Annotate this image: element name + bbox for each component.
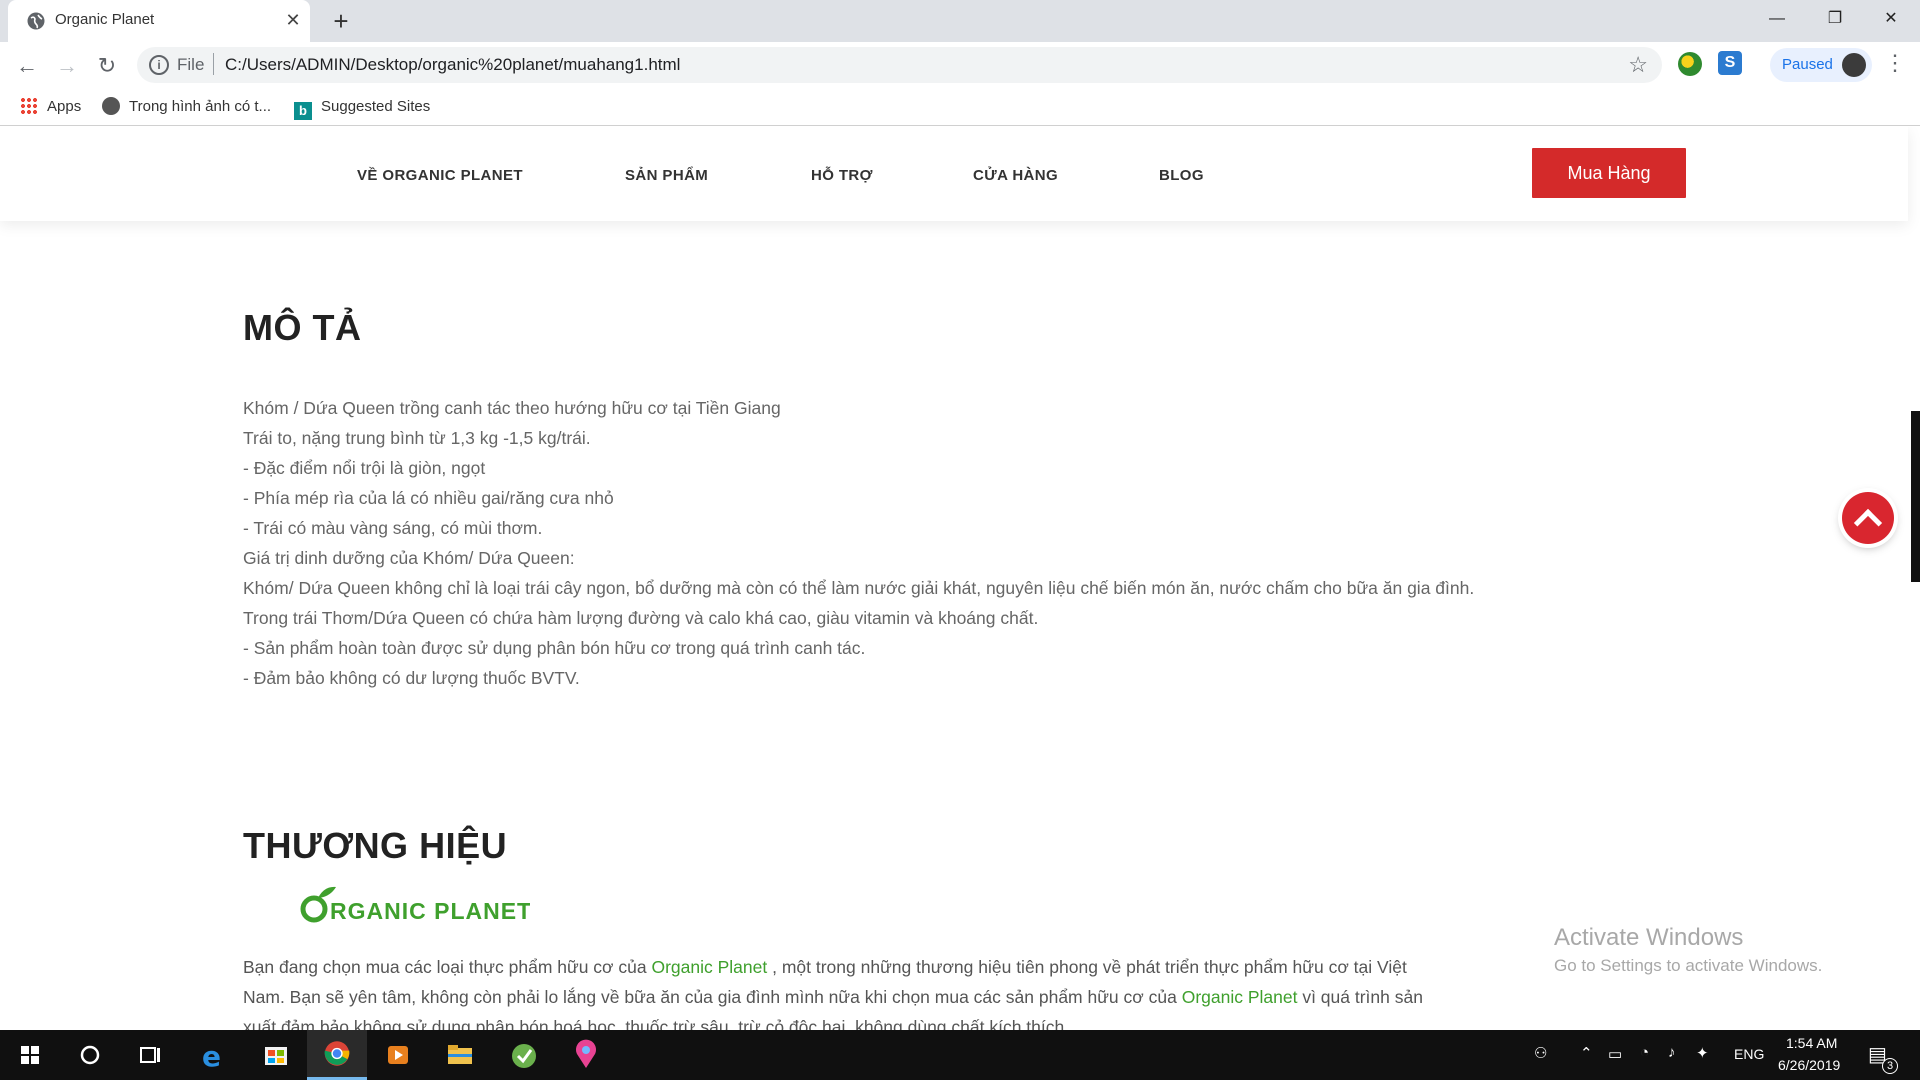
extension-globe-icon[interactable] xyxy=(1678,52,1702,76)
svg-text:RGANIC PLANET: RGANIC PLANET xyxy=(330,898,530,924)
page-scrollbar-thumb[interactable] xyxy=(1911,411,1920,582)
watermark-subtitle: Go to Settings to activate Windows. xyxy=(1554,956,1823,975)
bookmarks-bar: Apps Trong hình ảnh có t... b Suggested S… xyxy=(0,88,1920,126)
media-player-icon[interactable] xyxy=(368,1030,428,1080)
brand-link[interactable]: Organic Planet xyxy=(651,957,767,977)
tab-title: Organic Planet xyxy=(55,11,155,28)
minimize-button[interactable]: — xyxy=(1748,0,1806,38)
chevron-up-icon xyxy=(1853,508,1883,538)
tab-close-icon[interactable]: ✕ xyxy=(282,9,304,31)
forward-arrow-icon[interactable]: → xyxy=(52,51,82,81)
volume-icon[interactable]: ♪ xyxy=(1668,1044,1676,1061)
scroll-to-top-button[interactable] xyxy=(1842,492,1894,544)
profile-button[interactable]: Paused xyxy=(1770,48,1872,82)
restore-button[interactable]: ❐ xyxy=(1806,0,1864,38)
description-line: - Trái có màu vàng sáng, có mùi thơm. xyxy=(243,518,543,538)
profile-status: Paused xyxy=(1782,56,1833,73)
watermark-title: Activate Windows xyxy=(1554,924,1744,951)
browser-toolbar: ← → ↻ i File C:/Users/ADMIN/Desktop/orga… xyxy=(0,42,1920,88)
new-tab-button[interactable]: + xyxy=(326,6,356,36)
buy-button[interactable]: Mua Hàng xyxy=(1532,148,1686,198)
url-text[interactable]: C:/Users/ADMIN/Desktop/organic%20planet/… xyxy=(225,55,680,75)
brand-paragraph: Bạn đang chọn mua các loại thực phẩm hữu… xyxy=(243,957,1423,1030)
description-line: Trái to, nặng trung bình từ 1,3 kg -1,5 … xyxy=(243,428,591,448)
menu-item-support[interactable]: HỖ TRỢ xyxy=(811,167,873,184)
store-icon[interactable] xyxy=(246,1030,306,1080)
battery-icon[interactable]: ▭ xyxy=(1608,1045,1622,1063)
reload-icon[interactable]: ↻ xyxy=(92,51,122,81)
bookmark-apps[interactable]: Apps xyxy=(20,96,81,118)
description-line: - Đặc điểm nổi trội là giòn, ngọt xyxy=(243,458,486,478)
web-page: VỀ ORGANIC PLANET SẢN PHẨM HỖ TRỢ CỬA HÀ… xyxy=(0,127,1920,1030)
activate-windows-watermark: Activate Windows Go to Settings to activ… xyxy=(1554,924,1822,976)
bookmark-suggested-sites[interactable]: b Suggested Sites xyxy=(294,96,430,120)
description-line: Giá trị dinh dưỡng của Khóm/ Dứa Queen: xyxy=(243,548,575,568)
description-line: Trong trái Thơm/Dứa Queen có chứa hàm lư… xyxy=(243,608,1039,628)
green-app-icon[interactable] xyxy=(494,1030,554,1080)
clock-time[interactable]: 1:54 AM xyxy=(1786,1035,1837,1051)
browser-tab-strip: Organic Planet ✕ + — ❐ ✕ xyxy=(0,0,1920,42)
avatar xyxy=(1842,53,1866,77)
brand-link[interactable]: Organic Planet xyxy=(1182,987,1298,1007)
description-line: Khóm/ Dứa Queen không chỉ là loại trái c… xyxy=(243,578,1475,598)
windows-taskbar: e ⚇ ⌃ ▭ ◔ ♪ ✦ ENG 1:54 AM 6/26/2019 ▤ 3 xyxy=(0,1030,1920,1080)
people-icon[interactable]: ⚇ xyxy=(1534,1044,1547,1062)
description-body: Khóm / Dứa Queen trồng canh tác theo hướ… xyxy=(243,393,1563,693)
search-icon[interactable] xyxy=(60,1030,120,1080)
address-bar[interactable]: i File C:/Users/ADMIN/Desktop/organic%20… xyxy=(137,47,1662,83)
clock-date[interactable]: 6/26/2019 xyxy=(1778,1057,1840,1073)
globe-icon xyxy=(27,12,45,30)
extension-sync-icon[interactable]: S xyxy=(1718,51,1742,75)
brand-heading: THƯƠNG HIỆU xyxy=(243,825,508,866)
bing-icon: b xyxy=(294,102,312,120)
task-view-icon[interactable] xyxy=(120,1030,180,1080)
menu-item-stores[interactable]: CỬA HÀNG xyxy=(973,167,1058,184)
kebab-menu-icon[interactable]: ⋮ xyxy=(1884,50,1906,76)
description-heading: MÔ TẢ xyxy=(243,307,362,348)
bookmark-globe[interactable]: Trong hình ảnh có t... xyxy=(102,96,271,118)
description-line: Khóm / Dứa Queen trồng canh tác theo hướ… xyxy=(243,398,781,418)
description-line: - Phía mép rìa của lá có nhiều gai/răng … xyxy=(243,488,614,508)
site-header: VỀ ORGANIC PLANET SẢN PHẨM HỖ TRỢ CỬA HÀ… xyxy=(0,127,1908,221)
apps-grid-icon xyxy=(20,97,38,115)
edge-browser-icon[interactable]: e xyxy=(184,1030,244,1080)
maps-pin-icon[interactable] xyxy=(556,1030,616,1080)
chrome-icon[interactable] xyxy=(307,1030,367,1080)
bookmark-star-icon[interactable]: ☆ xyxy=(1628,52,1648,78)
globe-icon xyxy=(102,97,120,115)
wifi-icon[interactable]: ◔ xyxy=(1640,1044,1649,1061)
svg-text:e: e xyxy=(202,1040,221,1073)
language-indicator[interactable]: ENG xyxy=(1734,1046,1764,1062)
organic-planet-logo: RGANIC PLANET xyxy=(300,886,530,924)
scheme-label: File xyxy=(177,55,205,74)
description-line: - Sản phẩm hoàn toàn được sử dụng phân b… xyxy=(243,638,866,658)
description-line: - Đảm bảo không có dư lượng thuốc BVTV. xyxy=(243,668,580,688)
info-icon[interactable]: i xyxy=(149,55,169,75)
browser-tab[interactable]: Organic Planet ✕ xyxy=(8,0,310,42)
dropbox-icon[interactable]: ✦ xyxy=(1696,1044,1709,1062)
notification-count-badge: 3 xyxy=(1882,1058,1898,1074)
chevron-up-icon[interactable]: ⌃ xyxy=(1580,1044,1593,1062)
close-window-button[interactable]: ✕ xyxy=(1862,0,1920,38)
menu-item-blog[interactable]: BLOG xyxy=(1159,167,1204,184)
windows-start-icon[interactable] xyxy=(0,1030,60,1080)
file-explorer-icon[interactable] xyxy=(430,1030,490,1080)
menu-item-products[interactable]: SẢN PHẨM xyxy=(625,167,708,184)
back-arrow-icon[interactable]: ← xyxy=(12,51,42,81)
address-divider xyxy=(213,53,214,75)
menu-item-about[interactable]: VỀ ORGANIC PLANET xyxy=(357,167,523,184)
